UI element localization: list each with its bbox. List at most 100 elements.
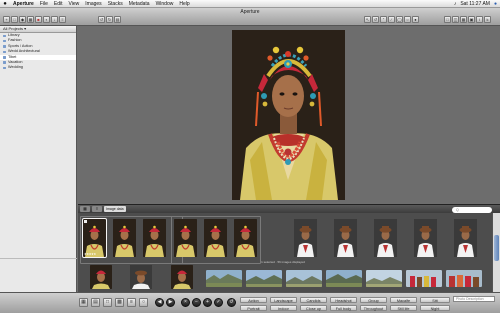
portrait-thumb: [171, 265, 193, 289]
keyword-button[interactable]: Headshot: [330, 297, 357, 303]
apple-icon[interactable]: ●: [0, 1, 10, 7]
projects-header[interactable]: All Projects ▾: [0, 26, 76, 33]
keyword-button[interactable]: Night: [420, 305, 450, 311]
thumbnail[interactable]: [171, 265, 193, 289]
select-icon[interactable]: ✓: [214, 298, 223, 307]
fullscreen-icon[interactable]: ▣: [468, 16, 475, 23]
scrollbar-thumb[interactable]: [494, 235, 499, 261]
thumbnail[interactable]: [90, 265, 112, 289]
keyword-button[interactable]: Full body: [330, 305, 357, 311]
menu-edit[interactable]: Edit: [51, 1, 66, 7]
thumbnail[interactable]: [374, 219, 397, 257]
stack-icon[interactable]: ≡: [59, 16, 66, 23]
stack-open-icon[interactable]: ▤: [114, 16, 121, 23]
thumbnail[interactable]: [294, 219, 317, 257]
keyword-button[interactable]: Macalfe: [390, 297, 417, 303]
keyword-input[interactable]: Photo Description: [453, 296, 495, 302]
thumbnail-selected[interactable]: ★★★★★: [82, 218, 107, 258]
web-gallery-icon[interactable]: ■: [35, 16, 42, 23]
stack-badge[interactable]: [84, 220, 87, 223]
project-wedding[interactable]: Wedding: [0, 65, 76, 70]
list-view-icon[interactable]: ≡: [92, 206, 102, 212]
thumbnail[interactable]: [206, 270, 242, 287]
thumbnail[interactable]: [446, 270, 482, 287]
browser-mode-icon[interactable]: ▦: [460, 16, 467, 23]
keyword-button[interactable]: Throughout: [360, 305, 387, 311]
menu-view[interactable]: View: [66, 1, 83, 7]
menu-images[interactable]: Images: [82, 1, 104, 7]
filmstrip-icon[interactable]: ≡: [127, 298, 136, 307]
split-view-icon[interactable]: ◫: [452, 16, 459, 23]
reject-icon[interactable]: ×: [181, 298, 190, 307]
decrease-rating-icon[interactable]: −: [192, 298, 201, 307]
previous-icon[interactable]: ◀: [155, 298, 164, 307]
light-table-icon[interactable]: ▦: [27, 16, 34, 23]
viewer-mode-icon[interactable]: □: [444, 16, 451, 23]
thumbnail[interactable]: [406, 270, 442, 287]
thumbnail[interactable]: [246, 270, 282, 287]
thumbnail[interactable]: [113, 219, 136, 257]
menu-clock[interactable]: Sat 11:27 AM: [460, 1, 490, 7]
menu-help[interactable]: Help: [176, 1, 192, 7]
menu-aperture[interactable]: Aperture: [10, 1, 37, 7]
browser-search-field[interactable]: Q: [452, 206, 492, 213]
loupe-tool-icon[interactable]: ○: [404, 16, 411, 23]
browser-scrollbar[interactable]: [492, 213, 500, 292]
image-data-popup[interactable]: Image data: [104, 206, 126, 212]
keyword-button[interactable]: Portrait: [240, 305, 267, 311]
menu-metadata[interactable]: Metadata: [126, 1, 153, 7]
rotate-tool-icon[interactable]: ↺: [372, 16, 379, 23]
rotate-right-icon[interactable]: ↻: [106, 16, 113, 23]
thumbnail[interactable]: [174, 219, 197, 257]
keyword-button[interactable]: Still life: [390, 305, 417, 311]
keyword-button[interactable]: Group: [360, 297, 387, 303]
info-icon[interactable]: i: [476, 16, 483, 23]
show-projects-icon[interactable]: ▦: [79, 298, 88, 307]
keyword-button[interactable]: Indoor: [270, 305, 297, 311]
new-project-icon[interactable]: +: [3, 16, 10, 23]
grid-view-icon[interactable]: ▦: [80, 206, 90, 212]
increase-rating-icon[interactable]: +: [203, 298, 212, 307]
menu-window[interactable]: Window: [153, 1, 177, 7]
thumbnail[interactable]: [286, 270, 322, 287]
show-browser-icon[interactable]: ▤: [91, 298, 100, 307]
crop-tool-icon[interactable]: ⌜: [380, 16, 387, 23]
image-viewer[interactable]: [78, 26, 500, 203]
thumbnail[interactable]: [130, 265, 152, 289]
panel-divider[interactable]: [0, 258, 77, 259]
rotate-left-icon[interactable]: ↺: [98, 16, 105, 23]
thumbnail[interactable]: [454, 219, 477, 257]
redeye-tool-icon[interactable]: ●: [412, 16, 419, 23]
keyword-button[interactable]: Action: [240, 297, 267, 303]
keyword-button[interactable]: Close up: [300, 305, 327, 311]
loupe-icon[interactable]: ○: [139, 298, 148, 307]
import-icon[interactable]: ↓: [51, 16, 58, 23]
keyword-button[interactable]: Sitt: [420, 297, 450, 303]
book-icon[interactable]: ▪: [43, 16, 50, 23]
hud-icon[interactable]: ▩: [115, 298, 124, 307]
straighten-tool-icon[interactable]: ∕: [388, 16, 395, 23]
keyword-button[interactable]: Candids: [300, 297, 327, 303]
thumbnail[interactable]: [234, 219, 257, 257]
selection-tool-icon[interactable]: ↖: [364, 16, 371, 23]
keyword-icon[interactable]: k: [484, 16, 491, 23]
thumbnail[interactable]: [204, 219, 227, 257]
thumbnail[interactable]: [326, 270, 362, 287]
show-viewer-icon[interactable]: □: [103, 298, 112, 307]
smart-album-icon[interactable]: ◆: [19, 16, 26, 23]
volume-icon[interactable]: ♪: [454, 1, 457, 7]
keyword-button[interactable]: Landscape: [270, 297, 297, 303]
next-icon[interactable]: ▶: [166, 298, 175, 307]
new-album-icon[interactable]: □: [11, 16, 18, 23]
thumbnail[interactable]: [414, 219, 437, 257]
thumbnail[interactable]: [143, 219, 166, 257]
lift-tool-icon[interactable]: ◯: [396, 16, 403, 23]
menu-stacks[interactable]: Stacks: [105, 1, 126, 7]
main-photo[interactable]: [232, 30, 345, 200]
rotate-left-bottom-icon[interactable]: ↺: [227, 298, 236, 307]
thumbnail[interactable]: [366, 270, 402, 287]
thumbnail[interactable]: [334, 219, 357, 257]
menu-file[interactable]: File: [37, 1, 51, 7]
spotlight-icon[interactable]: ●: [494, 1, 497, 7]
toolbar-rotate-group: ↺ ↻ ▤: [98, 16, 121, 24]
